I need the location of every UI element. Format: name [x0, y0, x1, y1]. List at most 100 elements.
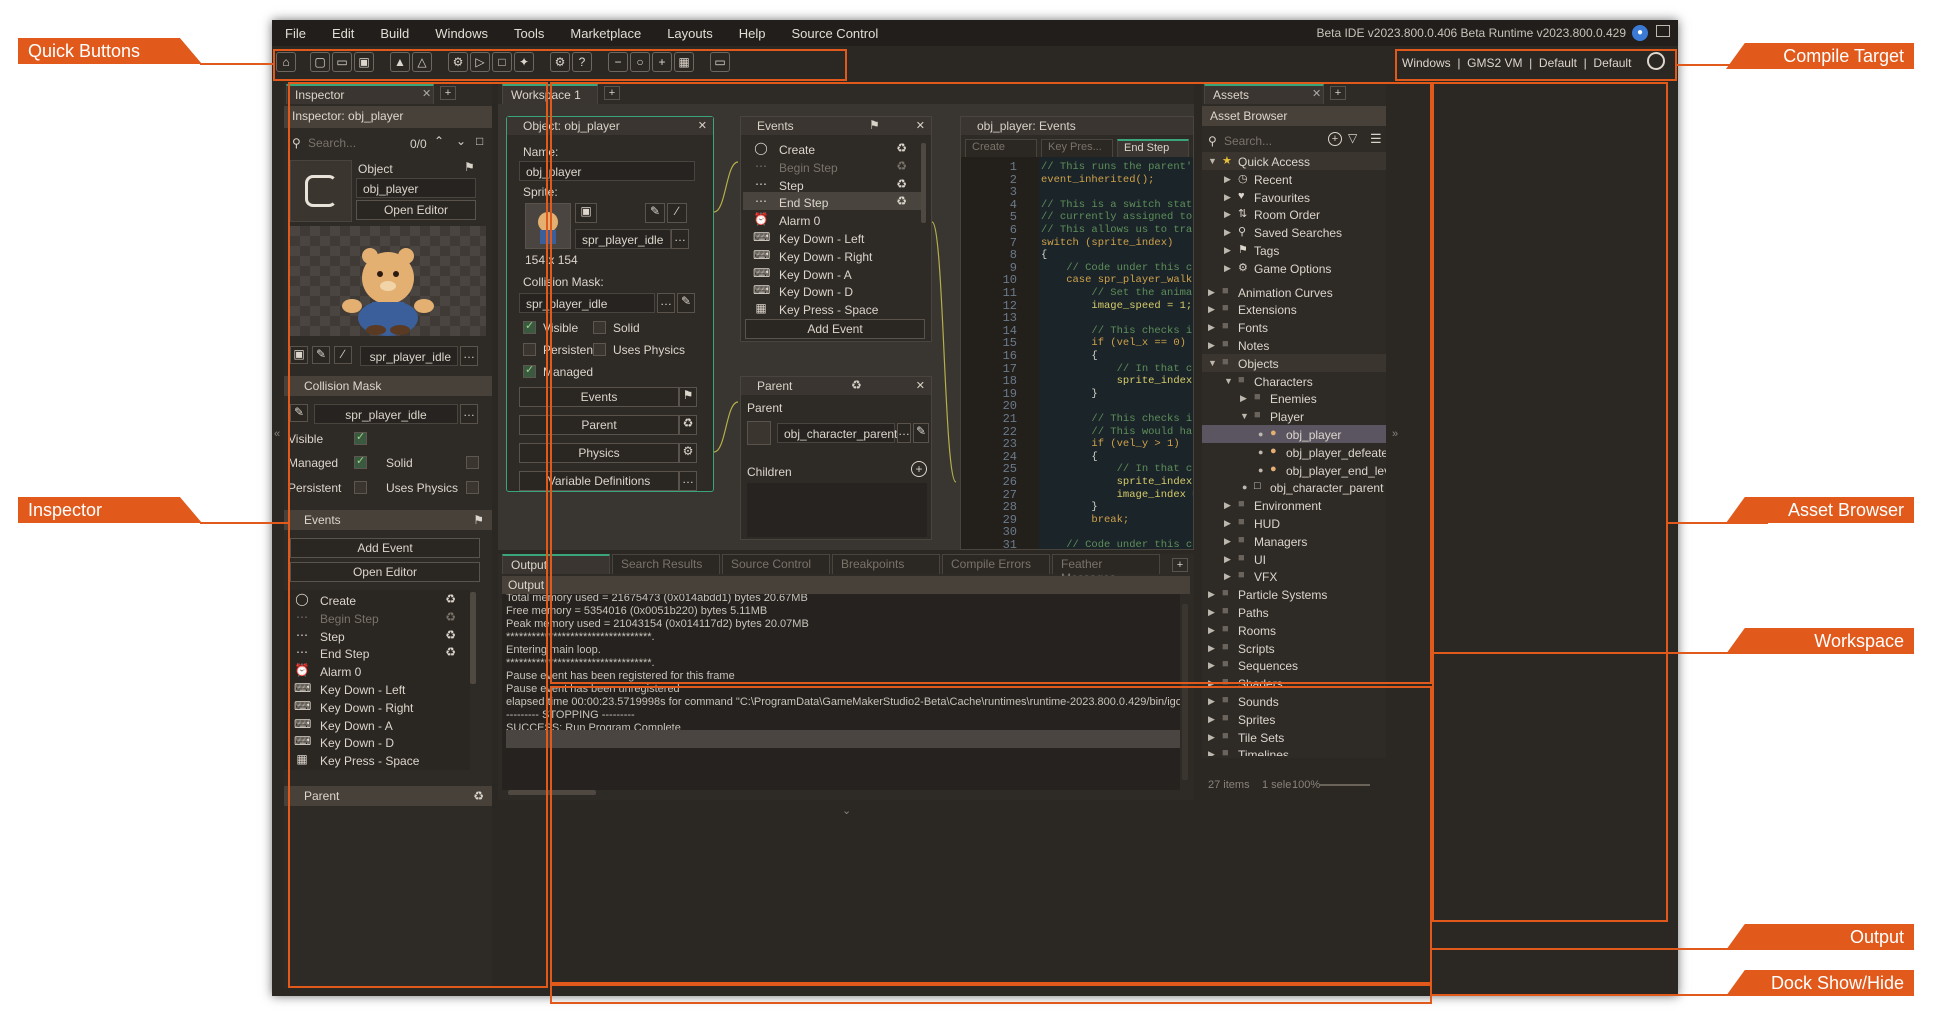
event-row[interactable]: ⌨ Key Down - Left: [743, 228, 921, 246]
parent-icon[interactable]: ♻: [679, 415, 697, 435]
close-icon[interactable]: ✕: [916, 119, 925, 132]
collision-more-button[interactable]: …: [657, 293, 675, 313]
asset-tree-item[interactable]: ▶ ■ UI: [1202, 550, 1386, 568]
event-row[interactable]: ⌨ Key Down - Left: [284, 679, 470, 697]
output-tab[interactable]: Breakpoints: [832, 554, 940, 574]
uses-physics-checkbox[interactable]: [466, 481, 479, 494]
inherit-icon[interactable]: ♻: [445, 592, 456, 606]
event-row[interactable]: ◯ Create ♻: [284, 590, 470, 608]
asset-tree-item[interactable]: ▶ ■ Timelines: [1202, 745, 1386, 756]
inherit-icon[interactable]: ♻: [445, 645, 456, 659]
asset-tree-item[interactable]: ● ● obj_player_defeated: [1202, 443, 1386, 461]
home-icon[interactable]: ⌂: [276, 52, 296, 72]
code-line[interactable]: // Code under this case: [1041, 537, 1193, 549]
chevron-right-icon[interactable]: ▶: [1208, 625, 1215, 636]
asset-tree-item[interactable]: ● ● obj_player_end_level: [1202, 461, 1386, 479]
brush-icon[interactable]: ∕: [334, 346, 352, 364]
chevron-right-icon[interactable]: ▶: [1208, 749, 1215, 756]
event-row[interactable]: ▦ Key Press - Space: [743, 299, 921, 317]
code-window-titlebar[interactable]: obj_player: Events: [961, 117, 1193, 135]
sprite-edit-icon[interactable]: ✎: [645, 203, 665, 223]
asset-tree-item[interactable]: ▶ ◷ Recent: [1202, 170, 1386, 188]
clean-icon[interactable]: ✦: [514, 52, 534, 72]
gear-icon[interactable]: ⚙: [679, 443, 697, 463]
parent-window-titlebar[interactable]: Parent ♻ ✕: [741, 377, 931, 395]
run-icon[interactable]: ▷: [470, 52, 490, 72]
mask-name-field[interactable]: spr_player_idle: [314, 404, 458, 424]
debug-icon[interactable]: ⚙: [448, 52, 468, 72]
dock-left-toggle-icon[interactable]: «: [274, 428, 280, 440]
parent-edit-icon[interactable]: ✎: [913, 423, 929, 443]
zoom-slider[interactable]: [1320, 784, 1370, 786]
chevron-right-icon[interactable]: ▶: [1208, 322, 1215, 333]
chevron-down-icon[interactable]: ▼: [1224, 376, 1233, 386]
chevron-right-icon[interactable]: ▶: [1208, 607, 1215, 618]
event-row[interactable]: ◯ Create ♻: [743, 139, 921, 157]
chevron-right-icon[interactable]: ▶: [1208, 660, 1215, 671]
asset-tree-item[interactable]: ▶ ■ Scripts: [1202, 639, 1386, 657]
object-name-input[interactable]: obj_player: [519, 161, 695, 181]
close-icon[interactable]: ✕: [916, 379, 925, 392]
inherit-icon[interactable]: ♻: [896, 177, 907, 191]
help-icon[interactable]: ?: [572, 52, 592, 72]
asset-tree-item[interactable]: ▶ ■ Rooms: [1202, 621, 1386, 639]
chevron-right-icon[interactable]: ▶: [1208, 714, 1215, 725]
chevron-right-icon[interactable]: ▶: [1208, 732, 1215, 743]
chevron-right-icon[interactable]: ▶: [1208, 696, 1215, 707]
physics-button[interactable]: Physics: [519, 443, 679, 463]
event-row[interactable]: ▦ Key Press - Space: [284, 750, 470, 768]
menu-icon[interactable]: ☰: [1370, 131, 1382, 147]
event-row[interactable]: ⏰ Alarm 0: [284, 661, 470, 679]
chevron-right-icon[interactable]: ▶: [1224, 245, 1231, 256]
inherit-icon[interactable]: ♻: [445, 628, 456, 642]
asset-tree-item[interactable]: ▶ ■ Sprites: [1202, 710, 1386, 728]
parent-more-button[interactable]: …: [897, 423, 911, 443]
add-workspace-icon[interactable]: +: [604, 86, 620, 100]
chevron-right-icon[interactable]: ▶: [1224, 518, 1231, 529]
event-row[interactable]: ⌨ Key Down - Right: [743, 246, 921, 264]
asset-tree-item[interactable]: ▼ ■ Player: [1202, 407, 1386, 425]
chevron-right-icon[interactable]: ▶: [1208, 678, 1215, 689]
asset-tree-item[interactable]: ▶ ■ Extensions: [1202, 300, 1386, 318]
asset-tree-item[interactable]: ▶ ■ VFX: [1202, 567, 1386, 585]
chevron-right-icon[interactable]: ▶: [1208, 589, 1215, 600]
chevron-right-icon[interactable]: ▶: [1224, 554, 1231, 565]
menu-item-help[interactable]: Help: [726, 26, 779, 41]
asset-tree-item[interactable]: ▶ ■ Tile Sets: [1202, 728, 1386, 746]
asset-tree-item[interactable]: ▶ ■ Environment: [1202, 496, 1386, 514]
menu-item-edit[interactable]: Edit: [319, 26, 367, 41]
event-row[interactable]: ⋯ Step ♻: [743, 175, 921, 193]
variable-definitions-button[interactable]: Variable Definitions: [519, 471, 679, 491]
brush-icon[interactable]: ∕: [667, 203, 687, 223]
chevron-right-icon[interactable]: ▶: [1240, 393, 1247, 404]
solid-checkbox[interactable]: [466, 456, 479, 469]
sprite-more-button[interactable]: …: [460, 346, 478, 366]
dock-show-hide-icon[interactable]: ⌄: [842, 804, 851, 817]
event-row[interactable]: ⋯ End Step ♻: [743, 192, 921, 210]
inherit-icon[interactable]: ♻: [896, 194, 907, 208]
managed-checkbox[interactable]: [523, 363, 536, 378]
asset-tree-item[interactable]: ▶ ■ Animation Curves: [1202, 283, 1386, 301]
chevron-right-icon[interactable]: ▶: [1208, 643, 1215, 654]
chevron-down-icon[interactable]: ▼: [1208, 358, 1217, 368]
menu-item-marketplace[interactable]: Marketplace: [557, 26, 654, 41]
chevron-right-icon[interactable]: ▶: [1208, 340, 1215, 351]
zoom-out-icon[interactable]: −: [608, 52, 628, 72]
asset-tree-item[interactable]: ▶ ■ Fonts: [1202, 318, 1386, 336]
output-tab[interactable]: Search Results: [612, 554, 720, 574]
code-line[interactable]: break;: [1041, 512, 1129, 528]
vardef-more-button[interactable]: …: [679, 471, 697, 491]
asset-tree-item[interactable]: ● ● obj_player: [1202, 425, 1386, 443]
asset-search-input[interactable]: Search...: [1224, 134, 1272, 148]
add-asset-icon[interactable]: +: [1328, 132, 1342, 146]
output-tab[interactable]: Source Control: [722, 554, 830, 574]
menu-item-source-control[interactable]: Source Control: [779, 26, 892, 41]
event-row[interactable]: ⌨ Key Down - D: [743, 281, 921, 299]
code-tab[interactable]: Key Pres...: [1041, 139, 1113, 157]
scrollbar[interactable]: [921, 143, 926, 223]
window-restore-icon[interactable]: [1656, 25, 1670, 37]
close-icon[interactable]: ✕: [422, 87, 431, 100]
code-line[interactable]: switch (sprite_index): [1041, 235, 1173, 251]
menu-item-file[interactable]: File: [272, 26, 319, 41]
settings-icon[interactable]: ⚙: [550, 52, 570, 72]
